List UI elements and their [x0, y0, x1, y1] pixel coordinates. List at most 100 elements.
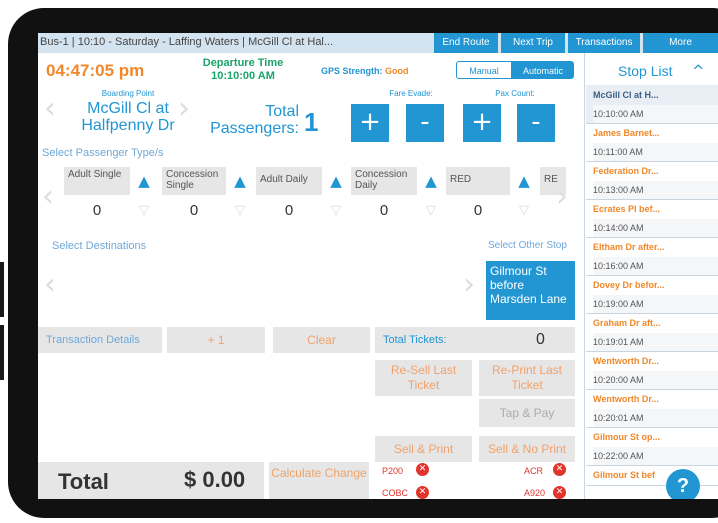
transactions-button[interactable]: Transactions — [568, 33, 640, 53]
help-button[interactable]: ? — [666, 469, 700, 499]
chevron-up-icon[interactable]: ▲ — [130, 167, 158, 195]
passenger-type-red[interactable]: RED ▲ 0 ▽ — [446, 167, 538, 229]
stop-list-item[interactable]: Gilmour St op... 10:22:00 AM — [586, 427, 718, 466]
chevron-up-icon[interactable]: ▲ — [417, 167, 445, 195]
fare-evade-label: Fare Evade: — [389, 89, 433, 98]
remove-icon[interactable]: ✕ — [416, 463, 429, 476]
passenger-type-name: Adult Single — [64, 167, 130, 195]
gps-label: GPS Strength: — [321, 66, 383, 76]
stop-list-item[interactable]: Graham Dr aft... 10:19:01 AM — [586, 313, 718, 352]
chevron-up-icon[interactable]: ^ — [692, 62, 705, 80]
remove-icon[interactable]: ✕ — [553, 463, 566, 476]
chevron-down-icon[interactable]: ▽ — [226, 197, 254, 225]
stop-time: 10:14:00 AM — [593, 219, 718, 237]
total-tickets-label: Total Tickets: — [383, 334, 447, 346]
calculate-change-button[interactable]: Calculate Change — [269, 462, 369, 499]
total-passengers-value: 1 — [304, 107, 319, 137]
mode-manual-toggle[interactable]: Manual — [456, 61, 512, 79]
chevron-down-icon[interactable]: ▽ — [322, 197, 350, 225]
passenger-type-adult-daily[interactable]: Adult Daily ▲ 0 ▽ — [256, 167, 350, 229]
stop-list-item[interactable]: Ecrates Pl bef... 10:14:00 AM — [586, 199, 718, 238]
other-stop-button[interactable]: Gilmour St before Marsden Lane — [486, 261, 575, 320]
stop-name: McGill Cl at H... — [593, 90, 659, 100]
stop-name: Ecrates Pl bef... — [593, 204, 661, 214]
chevron-up-icon[interactable]: ▲ — [510, 167, 538, 195]
passenger-type-count: 0 — [473, 202, 483, 219]
chevron-right-icon[interactable]: › — [178, 91, 190, 126]
more-button[interactable]: More — [643, 33, 718, 53]
stop-list-item[interactable]: McGill Cl at H... 10:10:00 AM — [586, 85, 718, 124]
total-value: $ 0.00 — [184, 467, 246, 492]
stop-list-item[interactable]: Dovey Dr befor... 10:19:00 AM — [586, 275, 718, 314]
chevron-left-icon[interactable]: ‹ — [44, 267, 56, 302]
departure-time-value: 10:10:00 AM — [211, 70, 275, 82]
stop-time: 10:22:00 AM — [593, 447, 718, 465]
next-trip-button[interactable]: Next Trip — [501, 33, 565, 53]
pax-count-minus-button[interactable]: - — [517, 104, 555, 142]
stop-name: Wentworth Dr... — [593, 394, 659, 404]
fare-evade-plus-button[interactable]: + — [351, 104, 389, 142]
chevron-left-icon[interactable]: ‹ — [42, 179, 54, 214]
departure-time-label: Departure Time — [202, 57, 284, 69]
passenger-type-name: Adult Daily — [256, 167, 322, 195]
reprint-last-ticket-button[interactable]: Re-Print Last Ticket — [479, 360, 575, 396]
stop-list-item[interactable]: Federation Dr... 10:13:00 AM — [586, 161, 718, 200]
stop-list-header[interactable]: Stop List ^ — [586, 55, 718, 85]
plus-one-button[interactable]: + 1 — [167, 327, 265, 353]
stop-list-item[interactable]: Wentworth Dr... 10:20:01 AM — [586, 389, 718, 428]
stop-name: Federation Dr... — [593, 166, 659, 176]
passenger-type-count: 0 — [92, 202, 102, 219]
chevron-down-icon[interactable]: ▽ — [510, 197, 538, 225]
chevron-up-icon[interactable]: ▲ — [322, 167, 350, 195]
tap-pay-button[interactable]: Tap & Pay — [479, 399, 575, 427]
stop-name: James Barnet... — [593, 128, 660, 138]
app-screen: Bus-1 | 10:10 - Saturday - Laffing Water… — [38, 33, 718, 499]
stop-name: Graham Dr aft... — [593, 318, 661, 328]
code-cobc: COBC — [382, 488, 408, 498]
pax-count-label: Pax Count: — [495, 89, 535, 98]
chevron-right-icon[interactable]: › — [463, 267, 475, 302]
chevron-down-icon[interactable]: ▽ — [417, 197, 445, 225]
stop-time: 10:19:00 AM — [593, 295, 718, 313]
stop-list-divider — [584, 53, 585, 499]
chevron-down-icon[interactable]: ▽ — [130, 197, 158, 225]
clear-button[interactable]: Clear — [273, 327, 370, 353]
pax-count-plus-button[interactable]: + — [463, 104, 501, 142]
stop-name: Gilmour St op... — [593, 432, 660, 442]
passenger-type-adult-single[interactable]: Adult Single ▲ 0 ▽ — [64, 167, 158, 229]
sell-no-print-button[interactable]: Sell & No Print — [479, 436, 575, 462]
resell-last-ticket-button[interactable]: Re-Sell Last Ticket — [375, 360, 472, 396]
code-label: P200 — [382, 466, 404, 476]
current-clock: 04:47:05 pm — [46, 61, 145, 80]
passenger-type-name: RED — [446, 167, 510, 195]
chevron-up-icon[interactable]: ▲ — [226, 167, 254, 195]
end-route-button[interactable]: End Route — [434, 33, 498, 53]
chevron-right-icon[interactable]: › — [556, 179, 568, 214]
fare-evade-minus-button[interactable]: - — [406, 104, 444, 142]
boarding-point-label: Boarding Point — [101, 89, 155, 98]
passenger-type-count: 0 — [379, 202, 389, 219]
chevron-left-icon[interactable]: ‹ — [44, 91, 56, 126]
select-destinations-label: Select Destinations — [52, 240, 147, 252]
total-label: Total — [58, 469, 109, 494]
sell-print-button[interactable]: Sell & Print — [375, 436, 472, 462]
volume-button — [0, 262, 4, 317]
transaction-details-label: Transaction Details — [38, 327, 162, 353]
stop-list-item[interactable]: James Barnet... 10:11:00 AM — [586, 123, 718, 162]
remove-icon[interactable]: ✕ — [416, 486, 429, 499]
stop-name: Dovey Dr befor... — [593, 280, 665, 290]
mode-automatic-toggle[interactable]: Automatic — [512, 61, 574, 79]
passenger-type-concession-single[interactable]: Concession Single ▲ 0 ▽ — [162, 167, 254, 229]
remove-icon[interactable]: ✕ — [553, 486, 566, 499]
code-label: ACR — [524, 466, 544, 476]
passenger-type-count: 0 — [189, 202, 199, 219]
gps-value: Good — [385, 66, 409, 76]
stop-time: 10:20:01 AM — [593, 409, 718, 427]
stop-time: 10:10:00 AM — [593, 105, 718, 123]
stop-list-item[interactable]: Eltham Dr after... 10:16:00 AM — [586, 237, 718, 276]
route-breadcrumb: Bus-1 | 10:10 - Saturday - Laffing Water… — [40, 36, 334, 48]
passenger-type-concession-daily[interactable]: Concession Daily ▲ 0 ▽ — [351, 167, 445, 229]
tablet-device: Bus-1 | 10:10 - Saturday - Laffing Water… — [0, 0, 718, 523]
passenger-type-count: 0 — [284, 202, 294, 219]
stop-list-item[interactable]: Wentworth Dr... 10:20:00 AM — [586, 351, 718, 390]
